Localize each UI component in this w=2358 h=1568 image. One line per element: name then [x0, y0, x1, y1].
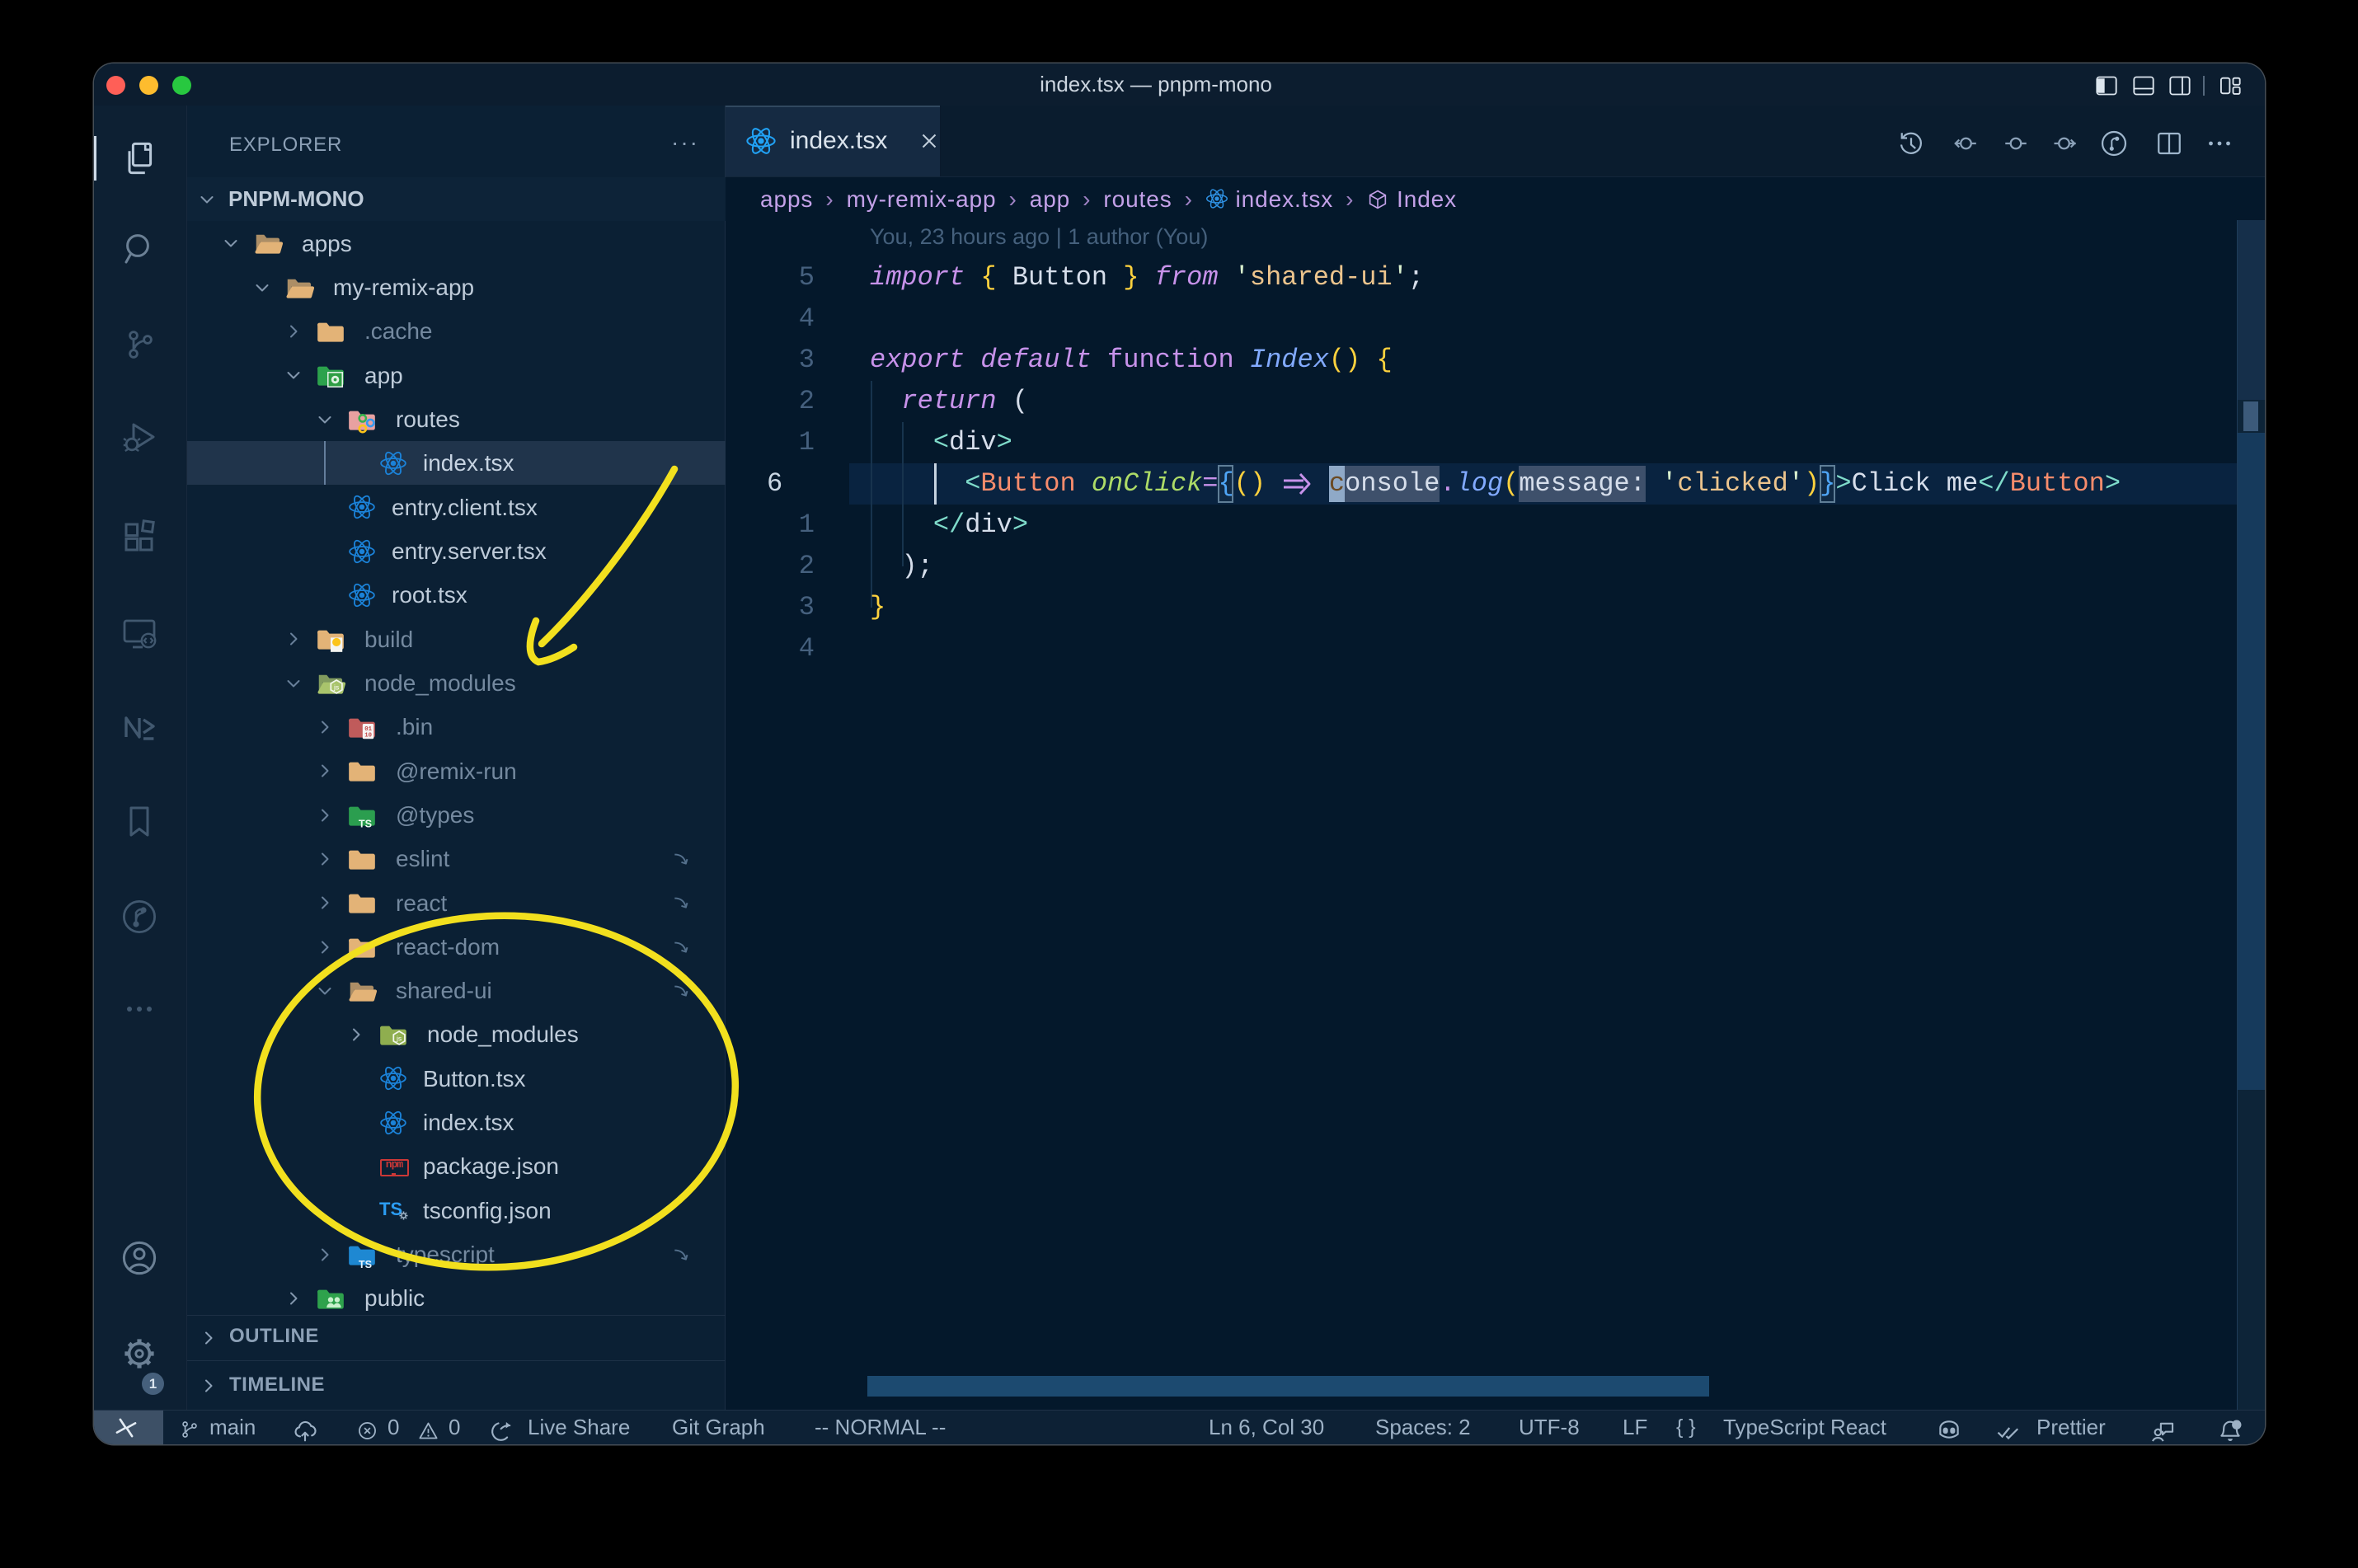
svg-text:TS: TS [359, 1259, 372, 1270]
svg-text:TS: TS [359, 818, 372, 829]
svg-text:js: js [333, 683, 340, 691]
svg-text:js: js [396, 1034, 402, 1042]
svg-text:10: 10 [364, 733, 372, 739]
